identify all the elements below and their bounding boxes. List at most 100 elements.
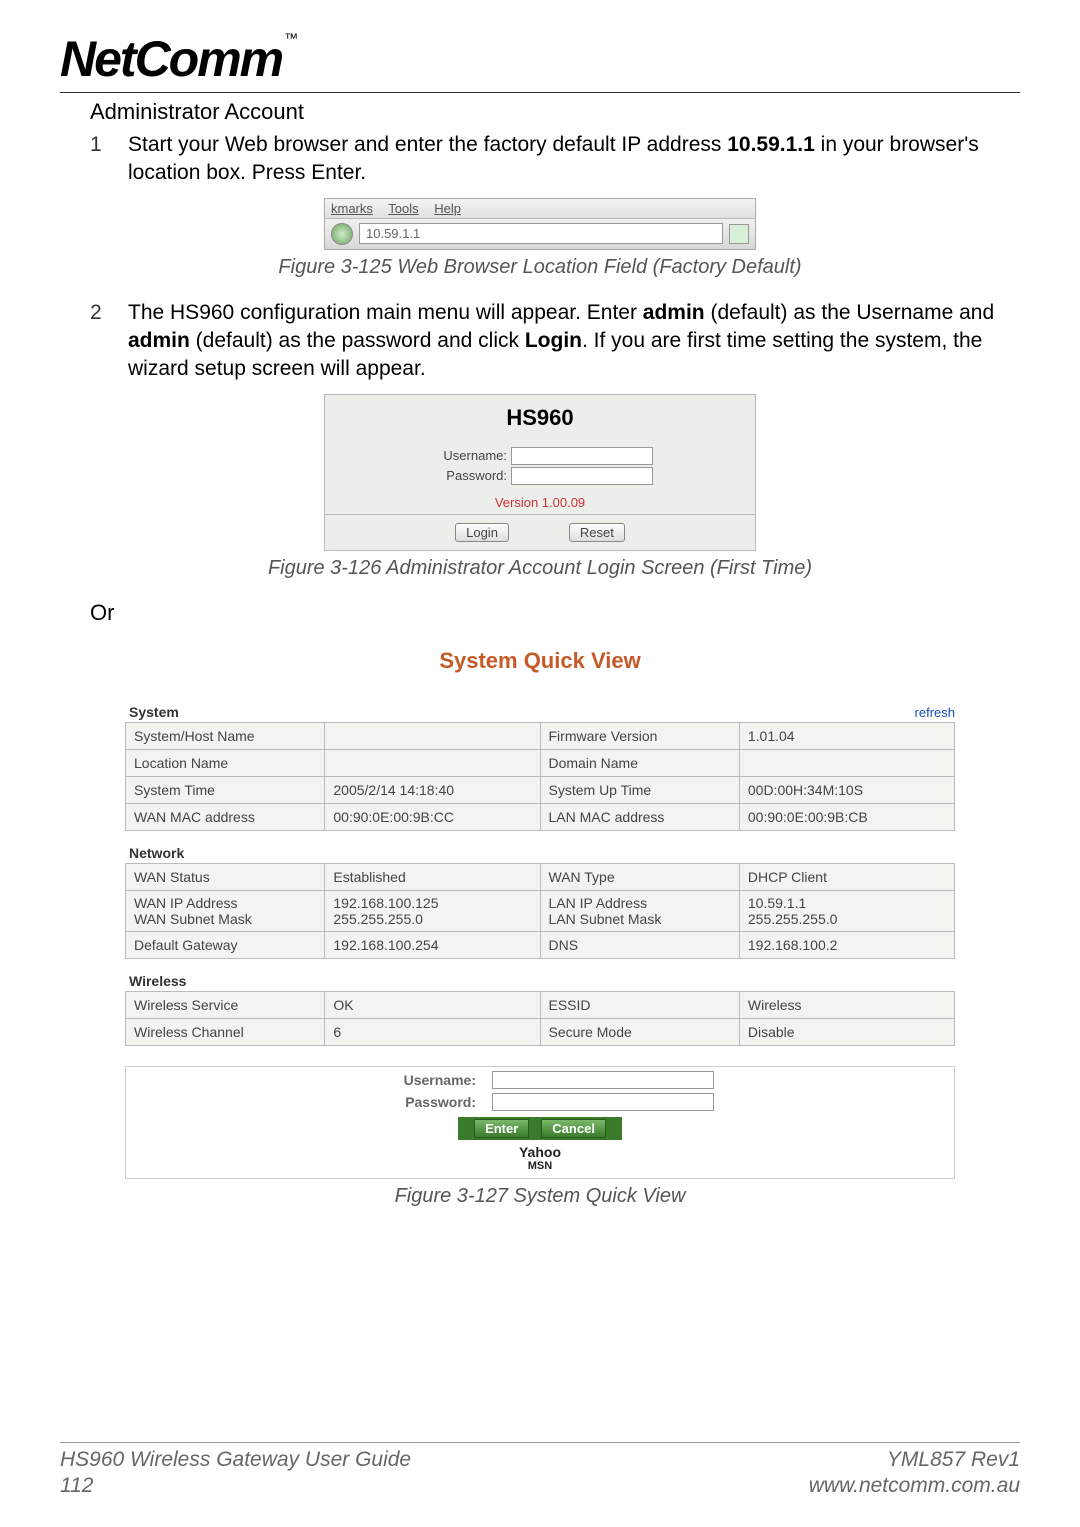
system-quick-view-screenshot: System Quick View System refresh System/… — [125, 638, 955, 1179]
login-password-row: Password: — [325, 467, 755, 485]
reset-button: Reset — [569, 523, 625, 542]
table-row: Wireless ServiceOKESSIDWireless — [126, 991, 955, 1018]
cancel-button: Cancel — [541, 1119, 606, 1138]
table-row: WAN MAC address00:90:0E:00:9B:CCLAN MAC … — [126, 803, 955, 830]
table-key: Wireless Channel — [126, 1018, 325, 1045]
step-1-text: Start your Web browser and enter the fac… — [128, 131, 1020, 188]
table-value: 1.01.04 — [739, 722, 954, 749]
table-row: Wireless Channel6Secure ModeDisable — [126, 1018, 955, 1045]
table-value — [325, 722, 540, 749]
table-value: Wireless — [739, 991, 954, 1018]
page-footer: HS960 Wireless Gateway User Guide 112 YM… — [60, 1442, 1020, 1500]
sqv-title: System Quick View — [125, 638, 955, 690]
step-2-admin1: admin — [643, 301, 705, 324]
table-row: WAN StatusEstablishedWAN TypeDHCP Client — [126, 863, 955, 890]
step-2-part3: (default) as the password and click — [190, 329, 525, 352]
sqv-network-label: Network — [129, 845, 184, 861]
sqv-auth-buttons: Enter Cancel — [458, 1117, 622, 1140]
table-key: Firmware Version — [540, 722, 739, 749]
figure-127-caption: Figure 3-127 System Quick View — [60, 1185, 1020, 1208]
table-value: 192.168.100.254 — [325, 931, 540, 958]
login-password-input — [511, 467, 653, 485]
browser-toolbar: 10.59.1.1 — [325, 219, 755, 249]
sqv-auth-password-input — [492, 1093, 714, 1111]
sqv-auth-password-row: Password: — [126, 1093, 954, 1111]
browser-screenshot: kmarks Tools Help 10.59.1.1 — [324, 198, 756, 250]
sqv-system-label: System — [129, 704, 179, 720]
login-password-label: Password: — [427, 468, 507, 483]
table-key: WAN Type — [540, 863, 739, 890]
table-row: Default Gateway192.168.100.254DNS192.168… — [126, 931, 955, 958]
sqv-system-table: System/Host Name Firmware Version1.01.04 L… — [125, 722, 955, 831]
step-1: 1 Start your Web browser and enter the f… — [90, 131, 1020, 188]
step-2-part2: (default) as the Username and — [705, 301, 995, 324]
login-buttons: Login Reset — [325, 514, 755, 550]
table-key: System/Host Name — [126, 722, 325, 749]
login-version: Version 1.00.09 — [325, 487, 755, 514]
figure-125-caption: Figure 3-125 Web Browser Location Field … — [60, 256, 1020, 279]
footer-right: YML857 Rev1 www.netcomm.com.au — [809, 1447, 1020, 1500]
sqv-auth-panel: Username: Password: Enter Cancel Yahoo M… — [125, 1066, 955, 1179]
browser-menu-bar: kmarks Tools Help — [325, 199, 755, 219]
step-2-part1: The HS960 configuration main menu will a… — [128, 301, 643, 324]
table-key: WAN IP AddressWAN Subnet Mask — [126, 890, 325, 931]
table-key: Wireless Service — [126, 991, 325, 1018]
back-button-icon — [331, 223, 353, 245]
brand-logo: NetComm™ — [60, 30, 296, 88]
sqv-wireless-label: Wireless — [129, 973, 186, 989]
table-value: Established — [325, 863, 540, 890]
login-username-label: Username: — [427, 448, 507, 463]
step-1-number: 1 — [90, 131, 128, 188]
logo-text: NetComm — [60, 31, 282, 87]
figure-126-caption: Figure 3-126 Administrator Account Login… — [60, 557, 1020, 580]
table-value: 00:90:0E:00:9B:CB — [739, 803, 954, 830]
menu-tools: Tools — [388, 201, 418, 216]
table-key: Domain Name — [540, 749, 739, 776]
table-key: LAN MAC address — [540, 803, 739, 830]
table-key: System Time — [126, 776, 325, 803]
step-2-login: Login — [525, 329, 582, 352]
table-key: DNS — [540, 931, 739, 958]
table-value: DHCP Client — [739, 863, 954, 890]
step-1-ip: 10.59.1.1 — [727, 133, 815, 156]
sqv-network-table: WAN StatusEstablishedWAN TypeDHCP Client… — [125, 863, 955, 959]
table-row: System/Host Name Firmware Version1.01.04 — [126, 722, 955, 749]
step-2-number: 2 — [90, 299, 128, 384]
enter-button: Enter — [474, 1119, 529, 1138]
table-key: WAN MAC address — [126, 803, 325, 830]
section-title: Administrator Account — [90, 99, 1020, 125]
msn-label: MSN — [126, 1160, 954, 1172]
table-row: System Time2005/2/14 14:18:40System Up T… — [126, 776, 955, 803]
table-row: WAN IP AddressWAN Subnet Mask192.168.100… — [126, 890, 955, 931]
sqv-auth-username-input — [492, 1071, 714, 1089]
address-bar: 10.59.1.1 — [359, 223, 723, 244]
table-key: WAN Status — [126, 863, 325, 890]
table-value: 6 — [325, 1018, 540, 1045]
table-value: Disable — [739, 1018, 954, 1045]
step-2: 2 The HS960 configuration main menu will… — [90, 299, 1020, 384]
footer-revision: YML857 Rev1 — [809, 1447, 1020, 1473]
login-username-input — [511, 447, 653, 465]
table-key: Default Gateway — [126, 931, 325, 958]
sqv-wireless-table: Wireless ServiceOKESSIDWirelessWireless … — [125, 991, 955, 1046]
yahoo-label: Yahoo — [126, 1140, 954, 1160]
table-key: Secure Mode — [540, 1018, 739, 1045]
login-title: HS960 — [325, 395, 755, 445]
sqv-auth-password-label: Password: — [366, 1094, 476, 1110]
sqv-system-group-header: System refresh — [125, 690, 955, 722]
table-key: LAN IP AddressLAN Subnet Mask — [540, 890, 739, 931]
table-value: 2005/2/14 14:18:40 — [325, 776, 540, 803]
refresh-link: refresh — [915, 705, 955, 720]
table-key: System Up Time — [540, 776, 739, 803]
login-button: Login — [455, 523, 509, 542]
table-key: ESSID — [540, 991, 739, 1018]
table-value: 00D:00H:34M:10S — [739, 776, 954, 803]
footer-page-number: 112 — [60, 1473, 411, 1499]
step-1-prefix: Start your Web browser and enter the fac… — [128, 133, 727, 156]
menu-help: Help — [434, 201, 461, 216]
footer-left: HS960 Wireless Gateway User Guide 112 — [60, 1447, 411, 1500]
table-value: 192.168.100.125255.255.255.0 — [325, 890, 540, 931]
header-divider — [60, 92, 1020, 93]
table-value: 00:90:0E:00:9B:CC — [325, 803, 540, 830]
menu-bookmarks: kmarks — [331, 201, 373, 216]
